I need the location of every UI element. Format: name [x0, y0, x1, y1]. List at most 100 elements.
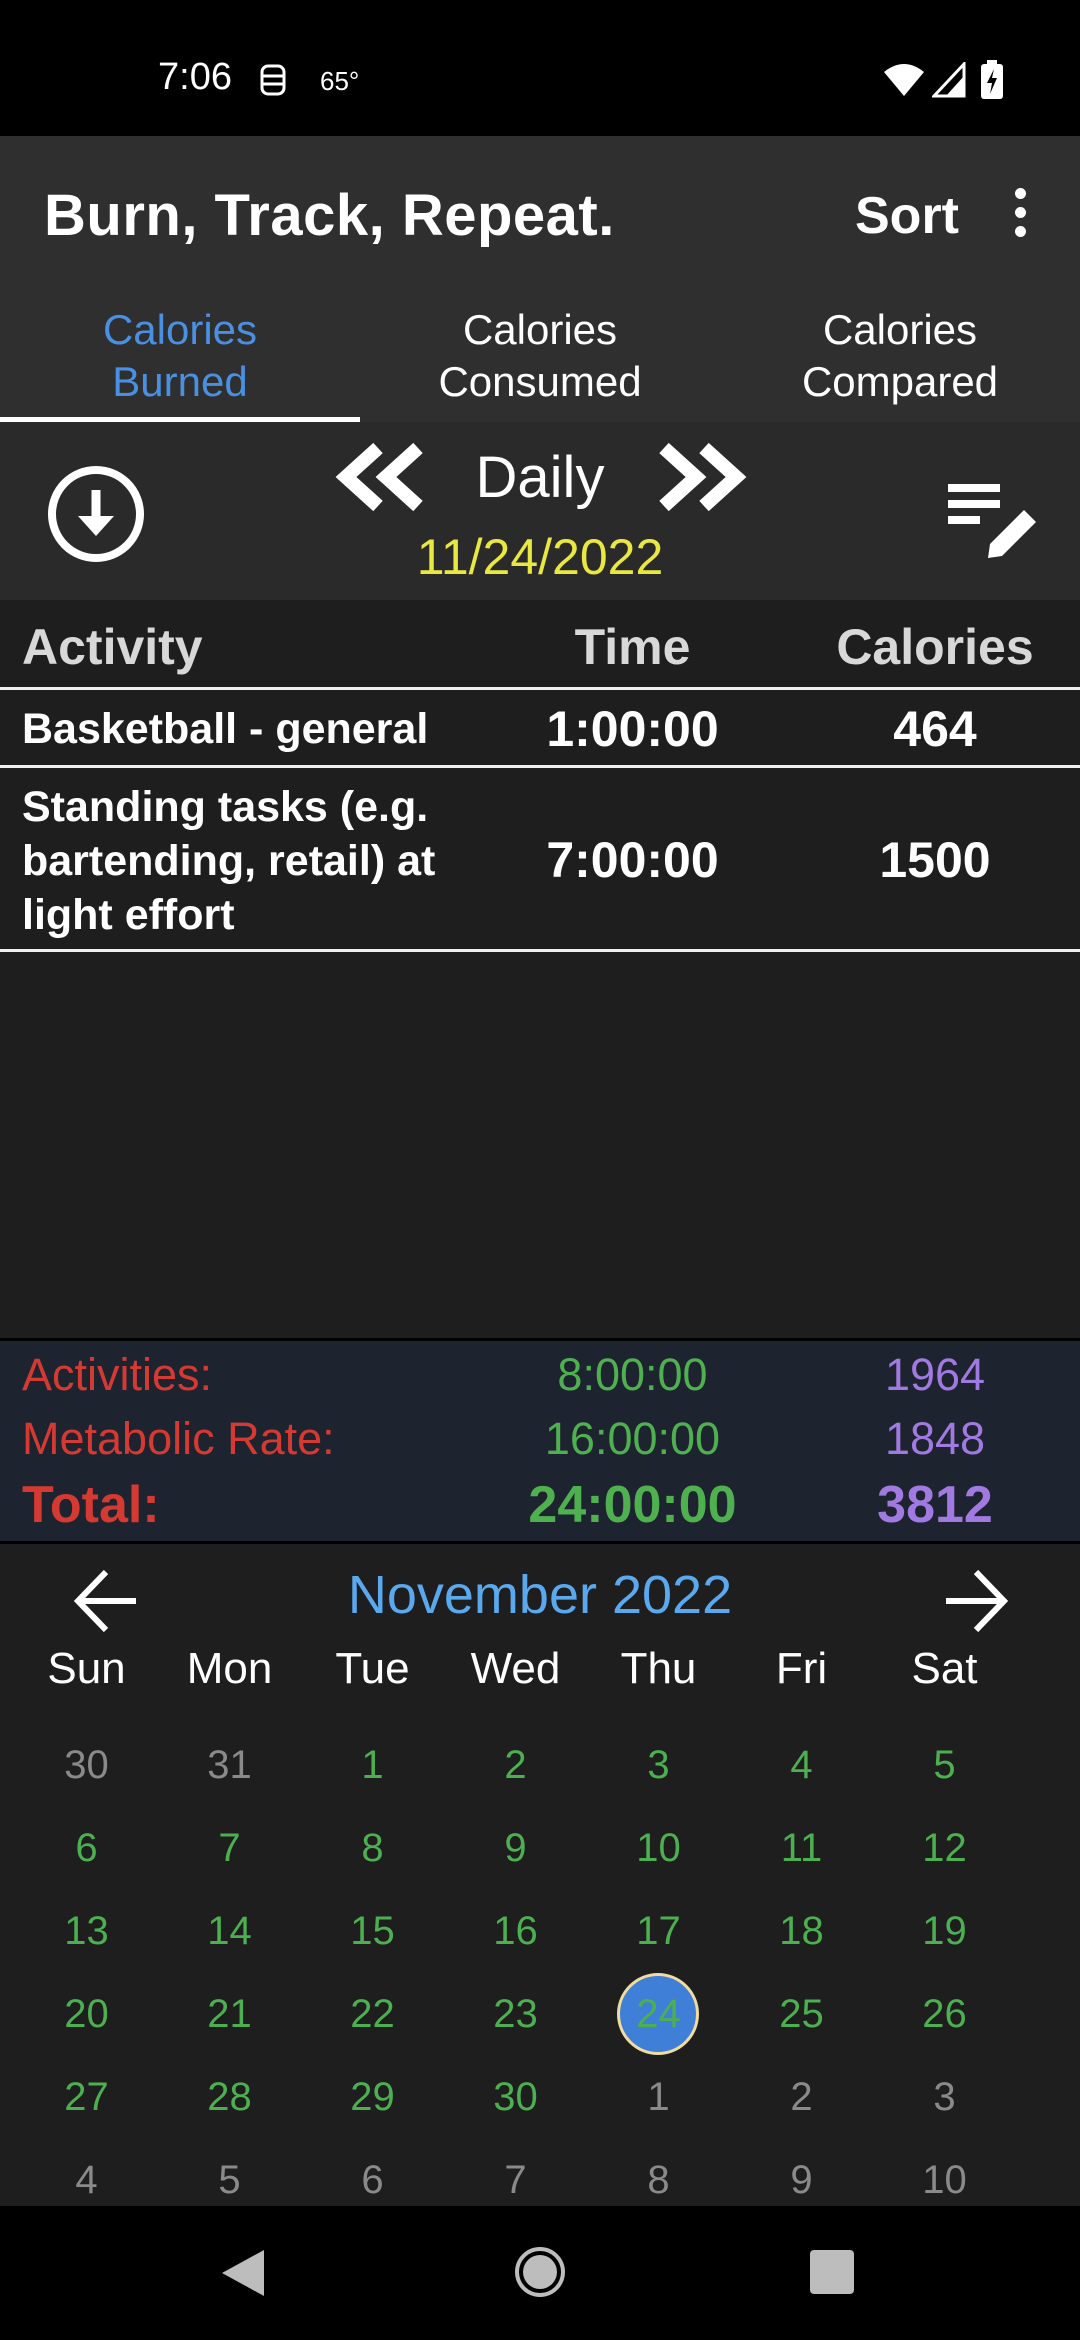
calendar-day[interactable]: 29: [301, 2056, 444, 2139]
calendar-day-number: 25: [779, 1992, 824, 2036]
calendar-day[interactable]: 13: [15, 1890, 158, 1973]
calendar-day[interactable]: 15: [301, 1890, 444, 1973]
status-time: 7:06: [158, 56, 232, 98]
weekday-label: Sat: [911, 1644, 978, 1693]
totals-metabolic-time: 16:00:00: [544, 1413, 721, 1464]
calendar-day[interactable]: 30: [15, 1724, 158, 1807]
calendar-day-number: 7: [218, 1826, 241, 1870]
tab-calories-compared[interactable]: Calories Compared: [720, 290, 1080, 422]
header-activity[interactable]: Activity: [22, 618, 203, 676]
calendar-day-number: 7: [504, 2158, 527, 2202]
calendar-day-number: 2: [504, 1743, 527, 1787]
home-icon[interactable]: [514, 2246, 566, 2298]
calendar-day[interactable]: 21: [158, 1973, 301, 2056]
tab-label-line1: Calories: [102, 306, 258, 353]
table-row[interactable]: Standing tasks (e.g. bartending, retail)…: [0, 768, 1080, 950]
calendar-day-number: 31: [207, 1743, 252, 1787]
row-activity: Standing tasks (e.g. bartending, retail)…: [22, 783, 436, 939]
calendar-day-number: 29: [350, 2075, 395, 2119]
calendar-day-number: 8: [361, 1826, 384, 1870]
totals-metabolic-label: Metabolic Rate:: [22, 1413, 335, 1464]
weekday-label: Tue: [335, 1644, 410, 1693]
calendar-day-number: 3: [647, 1743, 670, 1787]
header-calories[interactable]: Calories: [820, 618, 1050, 676]
calendar-day-number: 18: [779, 1909, 824, 1953]
calendar-day[interactable]: 20: [15, 1973, 158, 2056]
calendar-day-number: 19: [922, 1909, 967, 1953]
calendar-day[interactable]: 28: [158, 2056, 301, 2139]
calendar-day[interactable]: 17: [587, 1890, 730, 1973]
sort-button[interactable]: Sort: [855, 186, 959, 246]
calendar-day[interactable]: 4: [730, 1724, 873, 1807]
calendar-day[interactable]: 19: [873, 1890, 1016, 1973]
calendar-day[interactable]: 16: [444, 1890, 587, 1973]
calendar-day[interactable]: 11: [730, 1807, 873, 1890]
weekday-label: Thu: [620, 1644, 697, 1693]
calendar-day[interactable]: 18: [730, 1890, 873, 1973]
edit-list-icon[interactable]: [944, 478, 1040, 560]
calendar-day-selected[interactable]: 24: [587, 1973, 730, 2056]
calendar-day-number: 28: [207, 2075, 252, 2119]
period-date[interactable]: 11/24/2022: [340, 528, 740, 586]
calendar-day-number: 15: [350, 1909, 395, 1953]
calendar-day[interactable]: 2: [444, 1724, 587, 1807]
calendar-day[interactable]: 1: [301, 1724, 444, 1807]
calendar-day[interactable]: 5: [873, 1724, 1016, 1807]
calendar-day-number: 14: [207, 1909, 252, 1953]
calendar-day-number: 8: [647, 2158, 670, 2202]
battery-icon: [981, 60, 1003, 99]
tab-label-line2: Compared: [801, 358, 999, 405]
overflow-menu-icon[interactable]: [1000, 188, 1040, 238]
calendar-month-title: November 2022: [347, 1565, 733, 1625]
calendar-day[interactable]: 6: [15, 1807, 158, 1890]
tab-calories-burned[interactable]: Calories Burned: [0, 290, 360, 422]
calendar-day[interactable]: 12: [873, 1807, 1016, 1890]
calendar-day[interactable]: 27: [15, 2056, 158, 2139]
tab-label-line1: Calories: [822, 306, 978, 353]
calendar-day[interactable]: 30: [444, 2056, 587, 2139]
period-label: Daily: [475, 445, 605, 510]
tab-calories-consumed[interactable]: Calories Consumed: [360, 290, 720, 422]
status-temperature: 65°: [320, 66, 360, 96]
calendar-day[interactable]: 25: [730, 1973, 873, 2056]
calendar-day[interactable]: 23: [444, 1973, 587, 2056]
calendar-day[interactable]: 3: [587, 1724, 730, 1807]
calendar-day[interactable]: 31: [158, 1724, 301, 1807]
calendar-day[interactable]: 14: [158, 1890, 301, 1973]
divider: [0, 949, 1080, 952]
calendar-week: 13 14 15 16 17 18 19: [15, 1890, 1065, 1973]
calendar-day-number: 13: [64, 1909, 109, 1953]
calendar-day[interactable]: 2: [730, 2056, 873, 2139]
calendar-day-number: 10: [922, 2158, 967, 2202]
calendar-day[interactable]: 26: [873, 1973, 1016, 2056]
calendar-day-number: 11: [780, 1826, 823, 1870]
double-chevron-right-icon[interactable]: [656, 442, 748, 512]
header-time[interactable]: Time: [520, 618, 745, 676]
calendar-day[interactable]: 7: [158, 1807, 301, 1890]
calendar-day-number: 26: [922, 1992, 967, 2036]
calendar-day[interactable]: 9: [444, 1807, 587, 1890]
tab-label-line2: Burned: [112, 358, 248, 405]
table-row[interactable]: Basketball - general 1:00:00 464: [0, 690, 1080, 765]
back-icon[interactable]: [220, 2248, 266, 2298]
double-chevron-left-icon[interactable]: [334, 442, 426, 512]
download-icon[interactable]: [46, 464, 146, 564]
calendar-week: 20 21 22 23 24 25 26: [15, 1973, 1065, 2056]
calendar-day-number: 10: [636, 1826, 681, 1870]
recents-icon[interactable]: [810, 2250, 854, 2294]
arrow-right-icon[interactable]: [940, 1566, 1010, 1636]
arrow-left-icon[interactable]: [72, 1566, 142, 1636]
calendar-day-number: 17: [636, 1909, 681, 1953]
totals-metabolic-calories: 1848: [884, 1413, 986, 1464]
totals-activities-label: Activities:: [22, 1349, 213, 1400]
calendar-day[interactable]: 10: [587, 1807, 730, 1890]
calendar-day[interactable]: 3: [873, 2056, 1016, 2139]
calendar-day-number: 23: [493, 1992, 538, 2036]
calendar-day[interactable]: 8: [301, 1807, 444, 1890]
signal-icon: [932, 62, 966, 98]
calendar-day[interactable]: 22: [301, 1973, 444, 2056]
row-time: 1:00:00: [546, 701, 719, 757]
calendar-week: 27 28 29 30 1 2 3: [15, 2056, 1065, 2139]
calendar-day-number: 2: [790, 2075, 813, 2119]
calendar-day[interactable]: 1: [587, 2056, 730, 2139]
